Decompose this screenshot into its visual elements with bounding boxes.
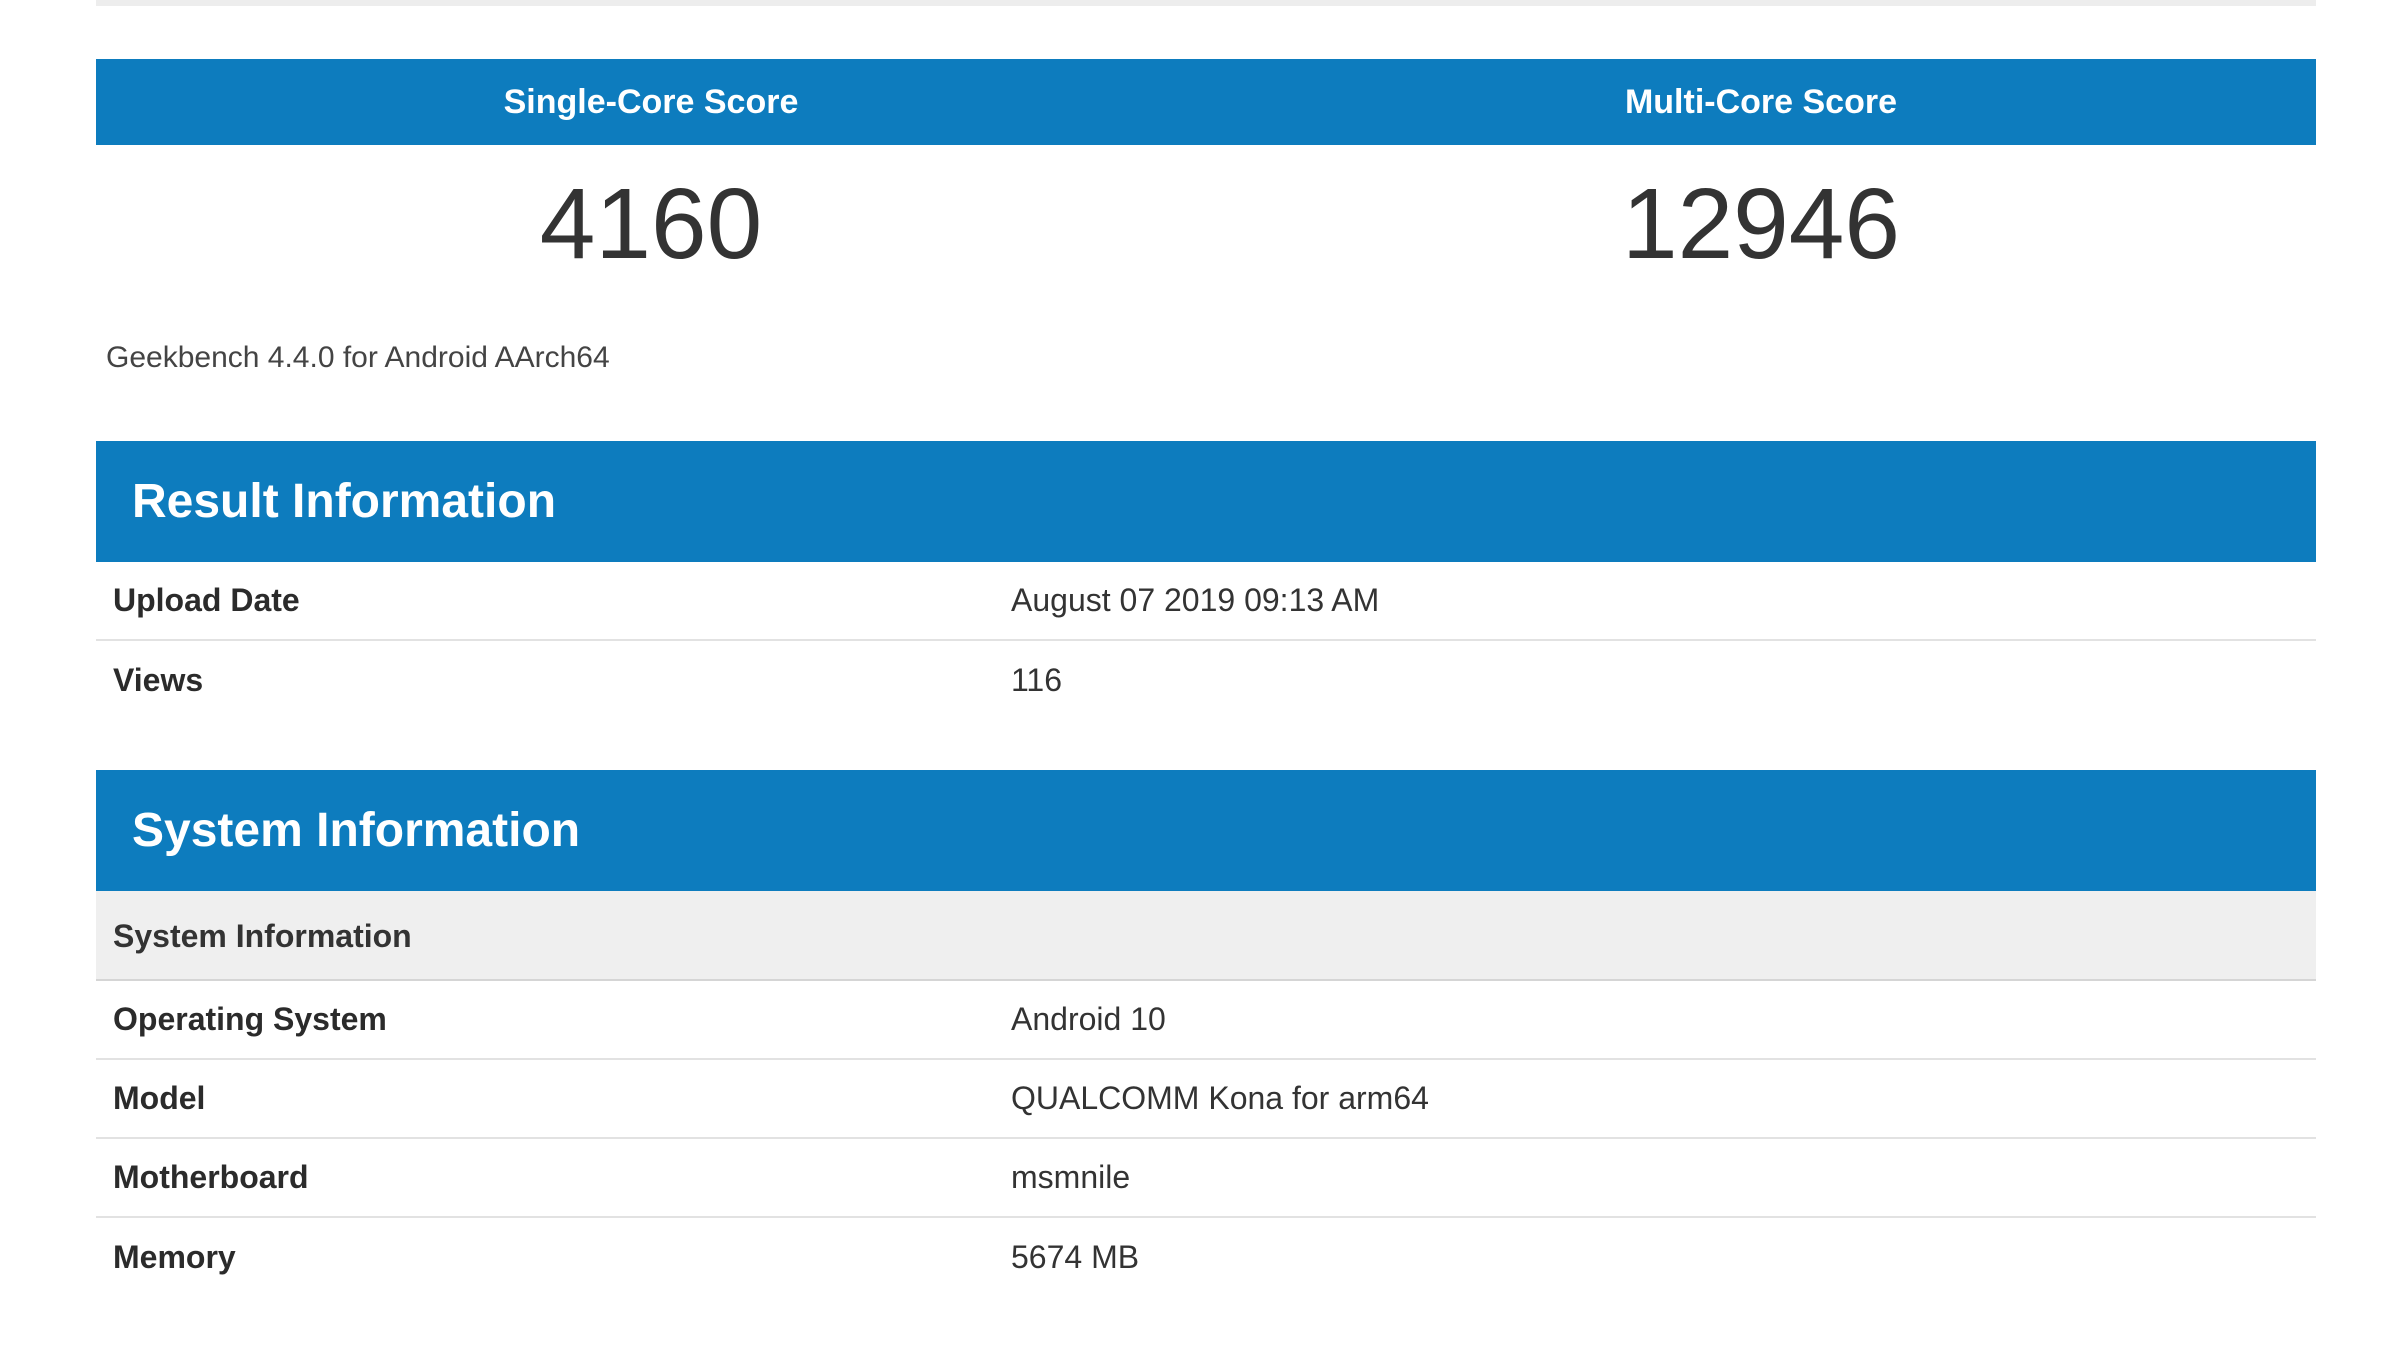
single-core-score-header: Single-Core Score — [96, 59, 1206, 145]
single-core-score-value: 4160 — [96, 167, 1206, 282]
table-row-motherboard: Motherboard msmnile — [96, 1139, 2316, 1218]
row-label: Operating System — [96, 1001, 1011, 1038]
table-row-views: Views 116 — [96, 641, 2316, 720]
system-information-header: System Information — [96, 770, 2316, 891]
result-information-header: Result Information — [96, 441, 2316, 562]
row-value: Android 10 — [1011, 1001, 1166, 1038]
row-value: 116 — [1011, 662, 1062, 699]
row-label: Memory — [96, 1239, 1011, 1276]
geekbench-version-caption: Geekbench 4.4.0 for Android AArch64 — [106, 343, 2316, 373]
top-divider — [96, 0, 2316, 6]
score-summary-table: Single-Core Score Multi-Core Score 4160 … — [96, 59, 2316, 303]
row-label: Views — [96, 662, 1011, 699]
multi-core-score-header: Multi-Core Score — [1206, 59, 2316, 145]
row-label: Upload Date — [96, 582, 1011, 619]
page-content: Single-Core Score Multi-Core Score 4160 … — [96, 0, 2316, 1297]
system-information-table: System Information Operating System Andr… — [96, 891, 2316, 1297]
system-information-section: System Information System Information Op… — [96, 770, 2316, 1297]
table-row-memory: Memory 5674 MB — [96, 1218, 2316, 1297]
row-value: August 07 2019 09:13 AM — [1011, 582, 1379, 619]
system-information-subheader: System Information — [96, 891, 2316, 981]
table-row-operating-system: Operating System Android 10 — [96, 981, 2316, 1060]
multi-core-score-value: 12946 — [1206, 167, 2316, 282]
result-information-section: Result Information Upload Date August 07… — [96, 441, 2316, 720]
row-value: 5674 MB — [1011, 1239, 1139, 1276]
table-row-upload-date: Upload Date August 07 2019 09:13 AM — [96, 562, 2316, 641]
row-label: Model — [96, 1080, 1011, 1117]
row-value: QUALCOMM Kona for arm64 — [1011, 1080, 1429, 1117]
score-values-row: 4160 12946 — [96, 145, 2316, 303]
row-label: Motherboard — [96, 1159, 1011, 1196]
score-header-row: Single-Core Score Multi-Core Score — [96, 59, 2316, 145]
row-value: msmnile — [1011, 1159, 1130, 1196]
table-row-model: Model QUALCOMM Kona for arm64 — [96, 1060, 2316, 1139]
result-information-table: Upload Date August 07 2019 09:13 AM View… — [96, 562, 2316, 720]
